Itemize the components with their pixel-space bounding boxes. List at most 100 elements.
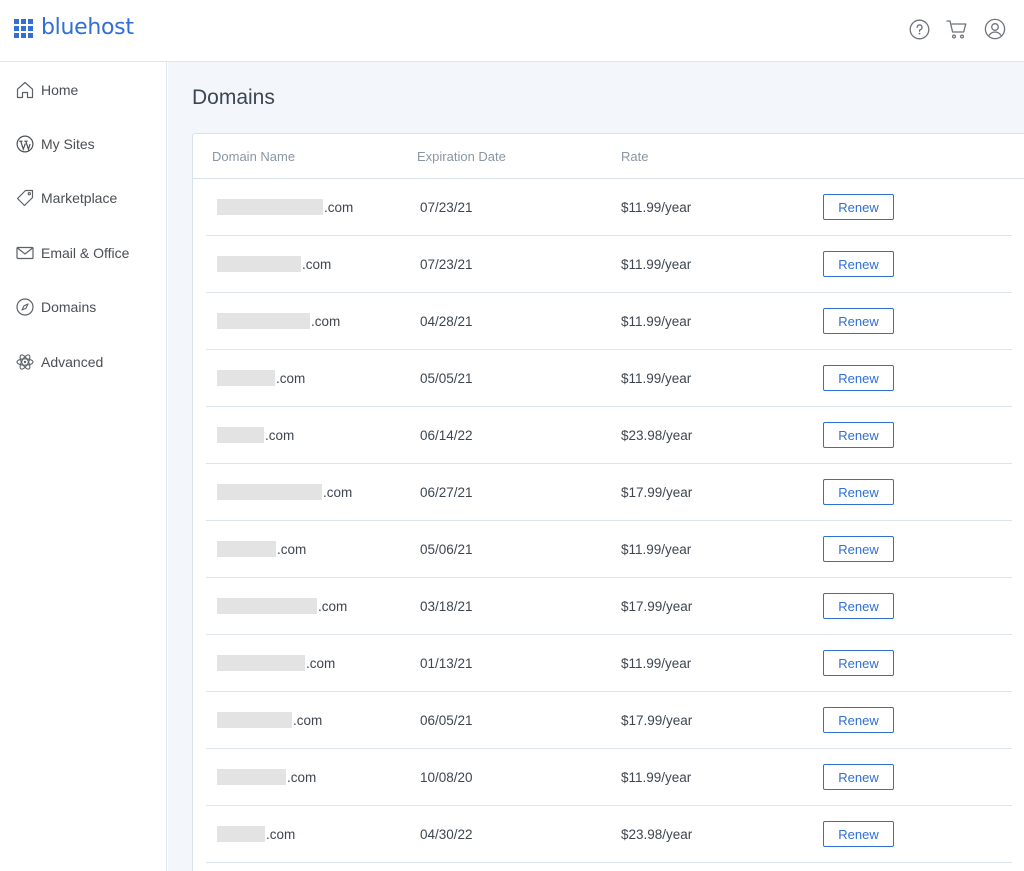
column-header-expiration-date[interactable]: Expiration Date	[417, 149, 506, 164]
renew-button[interactable]: Renew	[823, 308, 894, 334]
redacted-domain	[217, 541, 276, 557]
expiration-date-cell: 04/30/22	[420, 826, 473, 842]
renew-button[interactable]: Renew	[823, 536, 894, 562]
help-icon[interactable]	[908, 18, 930, 40]
expiration-date-cell: 06/05/21	[420, 712, 473, 728]
rate-cell: $17.99/year	[621, 598, 693, 614]
sidebar-item-domains[interactable]: Domains	[15, 295, 96, 319]
sidebar: Home My Sites Marketplace Email & Office…	[0, 62, 167, 871]
sidebar-item-label: Marketplace	[41, 190, 118, 206]
renew-button[interactable]: Renew	[823, 593, 894, 619]
compass-icon	[15, 297, 35, 317]
sidebar-item-label: My Sites	[41, 136, 95, 152]
table-row: .com 04/30/22 $23.98/year Renew	[206, 806, 1012, 863]
account-icon[interactable]	[984, 18, 1006, 40]
sidebar-item-my-sites[interactable]: My Sites	[15, 132, 95, 156]
tag-icon	[15, 188, 35, 208]
rate-cell: $11.99/year	[621, 313, 692, 329]
mail-icon	[15, 243, 35, 263]
sidebar-item-home[interactable]: Home	[15, 78, 78, 102]
table-row: .com 10/08/20 $11.99/year Renew	[206, 749, 1012, 806]
redacted-domain	[217, 712, 292, 728]
sidebar-item-label: Home	[41, 82, 79, 98]
domain-name-cell[interactable]: .com	[217, 578, 347, 634]
redacted-domain	[217, 655, 305, 671]
table-row: .com 05/06/21 $11.99/year Renew	[206, 521, 1012, 578]
domain-name-cell[interactable]: .com	[217, 749, 316, 805]
domain-name-cell[interactable]: .com	[217, 179, 353, 235]
expiration-date-cell: 06/27/21	[420, 484, 473, 500]
column-header-rate[interactable]: Rate	[621, 149, 648, 164]
domains-table: Domain Name Expiration Date Rate .com 07…	[192, 133, 1024, 871]
domain-suffix: .com	[323, 484, 353, 500]
expiration-date-cell: 05/06/21	[420, 541, 473, 557]
rate-cell: $11.99/year	[621, 256, 692, 272]
domain-name-cell[interactable]: .com	[217, 464, 352, 520]
domain-suffix: .com	[266, 826, 296, 842]
table-row: .com 06/14/22 $23.98/year Renew	[206, 407, 1012, 464]
wordpress-icon	[15, 134, 35, 154]
sidebar-item-label: Advanced	[41, 354, 104, 370]
table-row: .com 07/23/21 $11.99/year Renew	[206, 236, 1012, 293]
top-bar: bluehost	[0, 0, 1024, 62]
renew-button[interactable]: Renew	[823, 650, 894, 676]
domain-suffix: .com	[306, 655, 336, 671]
renew-button[interactable]: Renew	[823, 479, 894, 505]
domain-suffix: .com	[293, 712, 323, 728]
redacted-domain	[217, 256, 301, 272]
expiration-date-cell: 07/23/21	[420, 199, 473, 215]
renew-button[interactable]: Renew	[823, 251, 894, 277]
main-content: Domains Domain Name Expiration Date Rate…	[168, 62, 1024, 871]
page-title: Domains	[192, 86, 275, 109]
rate-cell: $23.98/year	[621, 826, 693, 842]
domain-suffix: .com	[311, 313, 341, 329]
sidebar-item-marketplace[interactable]: Marketplace	[15, 186, 117, 210]
atom-icon	[15, 352, 35, 372]
rate-cell: $11.99/year	[621, 199, 692, 215]
renew-button[interactable]: Renew	[823, 194, 894, 220]
cart-icon[interactable]	[946, 18, 968, 40]
domain-name-cell[interactable]: .com	[217, 692, 322, 748]
expiration-date-cell: 03/18/21	[420, 598, 473, 614]
sidebar-item-label: Domains	[41, 299, 97, 315]
column-header-domain-name[interactable]: Domain Name	[212, 149, 295, 164]
redacted-domain	[217, 484, 322, 500]
bluehost-logo[interactable]: bluehost	[14, 14, 134, 42]
domain-name-cell[interactable]: .com	[217, 521, 306, 577]
expiration-date-cell: 04/28/21	[420, 313, 473, 329]
table-row: .com 04/28/21 $11.99/year Renew	[206, 293, 1012, 350]
domain-name-cell[interactable]: .com	[217, 293, 340, 349]
redacted-domain	[217, 199, 323, 215]
domain-suffix: .com	[265, 427, 295, 443]
domain-suffix: .com	[277, 541, 307, 557]
table-row: .com 03/18/21 $17.99/year Renew	[206, 578, 1012, 635]
renew-button[interactable]: Renew	[823, 764, 894, 790]
renew-button[interactable]: Renew	[823, 365, 894, 391]
renew-button[interactable]: Renew	[823, 821, 894, 847]
rate-cell: $11.99/year	[621, 655, 692, 671]
table-header: Domain Name Expiration Date Rate	[193, 134, 1024, 179]
rate-cell: $23.98/year	[621, 427, 693, 443]
renew-button[interactable]: Renew	[823, 422, 894, 448]
expiration-date-cell: 05/05/21	[420, 370, 473, 386]
expiration-date-cell: 07/23/21	[420, 256, 473, 272]
expiration-date-cell: 10/08/20	[420, 769, 473, 785]
redacted-domain	[217, 769, 286, 785]
rate-cell: $11.99/year	[621, 769, 692, 785]
table-row: .com 06/27/21 $17.99/year Renew	[206, 464, 1012, 521]
redacted-domain	[217, 826, 265, 842]
renew-button[interactable]: Renew	[823, 707, 894, 733]
redacted-domain	[217, 427, 264, 443]
domain-name-cell[interactable]: .com	[217, 806, 295, 862]
domain-suffix: .com	[324, 199, 354, 215]
logo-text: bluehost	[41, 15, 134, 40]
domain-name-cell[interactable]: .com	[217, 350, 305, 406]
sidebar-item-email-office[interactable]: Email & Office	[15, 241, 129, 265]
domain-name-cell[interactable]: .com	[217, 407, 294, 463]
redacted-domain	[217, 370, 275, 386]
sidebar-item-advanced[interactable]: Advanced	[15, 350, 103, 374]
table-row: .com 07/23/21 $11.99/year Renew	[206, 179, 1012, 236]
domain-suffix: .com	[302, 256, 332, 272]
domain-name-cell[interactable]: .com	[217, 236, 331, 292]
domain-name-cell[interactable]: .com	[217, 635, 335, 691]
